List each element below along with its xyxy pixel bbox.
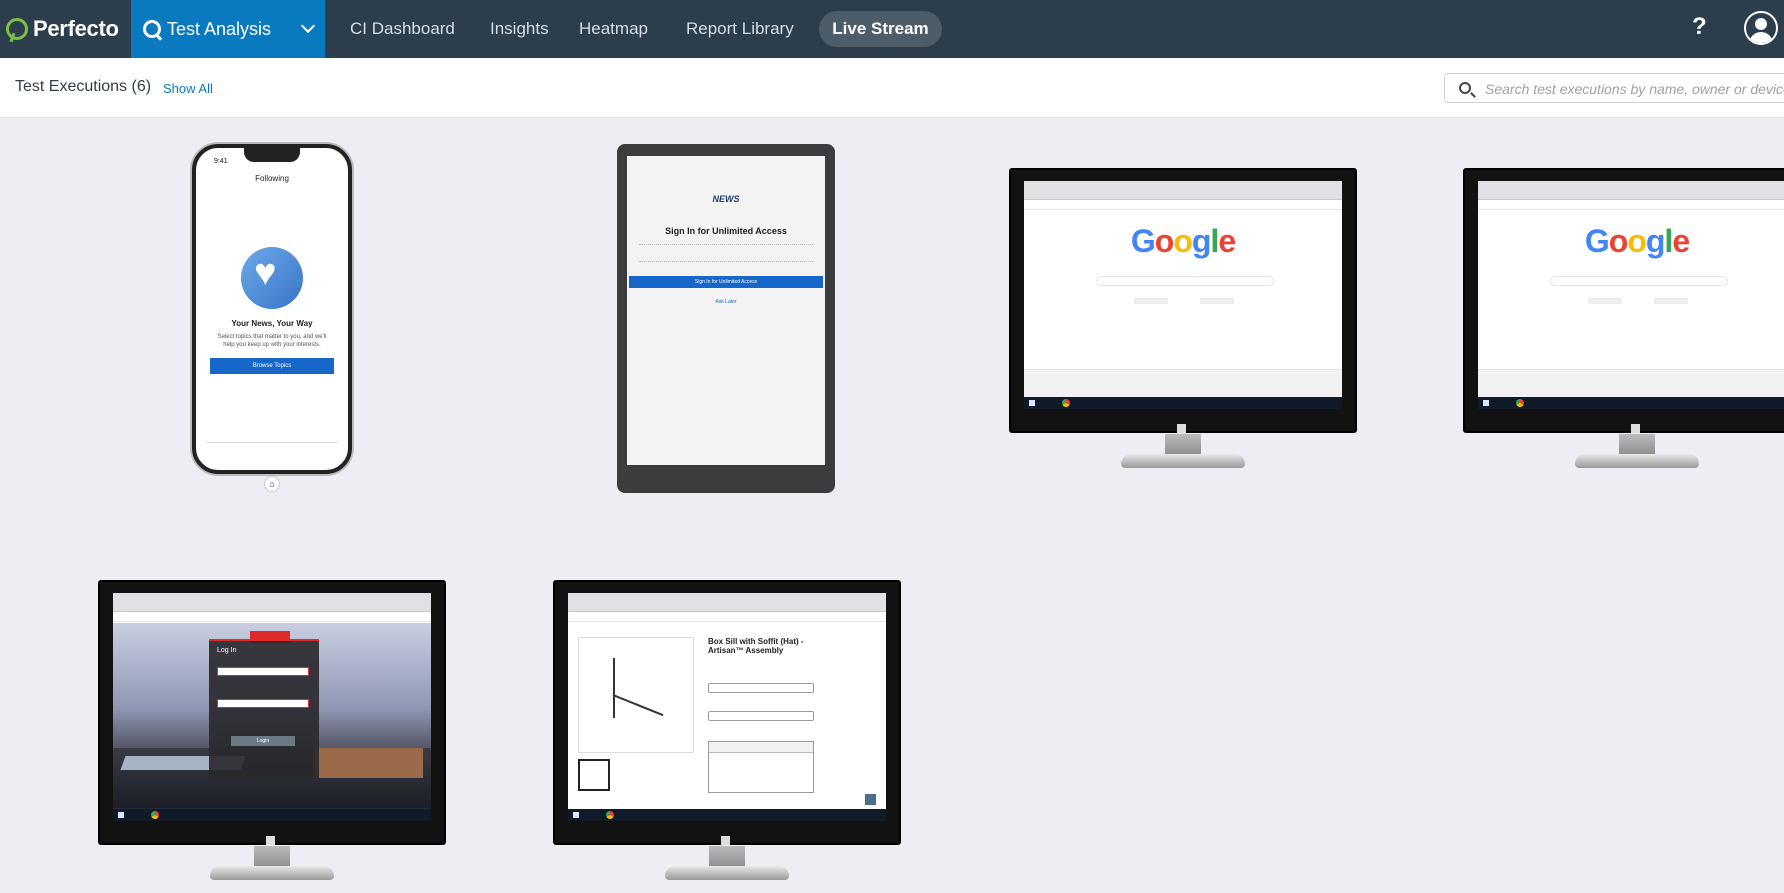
- sign-in-button: Sign In for Unlimited Access: [629, 276, 823, 288]
- desktop-screen: Box Sill with Soffit (Hat) - Artisan™ As…: [568, 593, 886, 821]
- drawing-thumbnail: [578, 759, 610, 791]
- desktop-screen: Log In Login: [113, 593, 431, 821]
- google-search-box: [1550, 276, 1728, 286]
- browser-address-bar: [1478, 200, 1784, 210]
- user-avatar-icon[interactable]: [1744, 11, 1778, 45]
- phone-screen-headline: Your News, Your Way: [231, 319, 313, 328]
- search-input[interactable]: [1485, 79, 1784, 99]
- search-icon: [1459, 82, 1471, 94]
- nav-ci-dashboard[interactable]: CI Dashboard: [350, 0, 455, 58]
- top-nav-bar: Perfecto Test Analysis CI Dashboard Insi…: [0, 0, 1784, 58]
- monitor-bezel: Google: [1463, 168, 1784, 433]
- windows-icon: [265, 835, 275, 845]
- phone-tab-bar: [206, 442, 338, 456]
- windows-icon: [1630, 423, 1640, 433]
- chevron-down-icon[interactable]: [300, 18, 316, 34]
- google-buttons: [1134, 298, 1234, 304]
- monitor-bezel: Box Sill with Soffit (Hat) - Artisan™ As…: [553, 580, 901, 845]
- phone-status-time: 9:41: [214, 158, 228, 165]
- show-all-link[interactable]: Show All: [163, 81, 213, 96]
- monitor-base: [1575, 454, 1699, 468]
- phone-screen-header: Following: [255, 174, 289, 183]
- monitor-base: [665, 866, 789, 880]
- nav-heatmap[interactable]: Heatmap: [579, 0, 648, 58]
- windows-taskbar: [1024, 397, 1342, 409]
- login-page-background: Log In Login: [113, 623, 431, 813]
- phone-notch: [244, 148, 300, 162]
- browser-address-bar: [113, 612, 431, 622]
- monitor-base: [1121, 454, 1245, 468]
- nav-insights[interactable]: Insights: [490, 0, 549, 58]
- password-field: [217, 699, 309, 708]
- tablet-brand-logo: NEWS: [712, 194, 740, 204]
- option-select: [708, 683, 814, 693]
- product-switcher[interactable]: Test Analysis: [131, 0, 325, 58]
- browser-tabstrip: [568, 593, 886, 612]
- windows-taskbar: [568, 809, 886, 821]
- windows-taskbar: [1478, 397, 1784, 409]
- nav-report-library[interactable]: Report Library: [686, 0, 794, 58]
- google-search-box: [1096, 276, 1274, 286]
- google-logo: Google: [1130, 223, 1236, 259]
- product-label: Test Analysis: [167, 18, 272, 39]
- device-tile-desktop[interactable]: Google: [1463, 168, 1784, 473]
- monitor-base: [210, 866, 334, 880]
- browser-tabstrip: [1478, 181, 1784, 200]
- color-list: [708, 741, 814, 793]
- perfecto-logo[interactable]: Perfecto: [0, 0, 131, 58]
- tablet-screen: NEWS Sign In for Unlimited Access Sign I…: [627, 156, 825, 465]
- device-tile-desktop[interactable]: Log In Login: [98, 580, 446, 885]
- desktop-screen: Google: [1024, 181, 1342, 409]
- device-tile-desktop[interactable]: Google: [1009, 168, 1357, 473]
- executions-toolbar: Test Executions (6) Show All: [0, 58, 1784, 118]
- windows-icon: [720, 835, 730, 845]
- home-icon[interactable]: ⌂: [264, 476, 280, 492]
- assembly-title: Box Sill with Soffit (Hat) - Artisan™ As…: [708, 637, 804, 655]
- google-buttons: [1588, 298, 1688, 304]
- login-panel-title: Log In: [217, 647, 237, 654]
- tablet-screen-text: [639, 244, 813, 262]
- help-icon[interactable]: ?: [1692, 13, 1707, 41]
- email-field: [217, 667, 309, 676]
- option-select: [708, 711, 814, 721]
- windows-taskbar: [113, 809, 431, 821]
- executions-count-title: Test Executions (6): [15, 78, 152, 95]
- login-panel: Log In Login: [209, 639, 319, 779]
- login-button: Login: [231, 736, 295, 746]
- heart-icon: [241, 247, 303, 309]
- search-analysis-icon: [143, 20, 161, 38]
- google-footer: [1478, 369, 1784, 397]
- google-footer: [1024, 369, 1342, 397]
- ask-later-link: Ask Later: [715, 299, 737, 305]
- device-tile-desktop[interactable]: Box Sill with Soffit (Hat) - Artisan™ As…: [553, 580, 901, 885]
- nav-live-stream[interactable]: Live Stream: [819, 11, 942, 47]
- monitor-bezel: Google: [1009, 168, 1357, 433]
- assembly-drawing: [578, 637, 694, 753]
- scroll-up-icon: [865, 794, 876, 805]
- perfecto-logo-icon: [6, 18, 28, 40]
- browse-topics-button: Browse Topics: [210, 358, 334, 374]
- device-tile-phone[interactable]: 9:41 Following Your News, Your Way Selec…: [192, 144, 352, 474]
- tablet-screen-title: Sign In for Unlimited Access: [665, 226, 787, 236]
- desktop-screen: Google: [1478, 181, 1784, 409]
- browser-address-bar: [1024, 200, 1342, 210]
- phone-screen-body: Select topics that matter to you, and we…: [217, 334, 327, 348]
- google-logo: Google: [1584, 223, 1690, 259]
- browser-tabstrip: [113, 593, 431, 612]
- browser-address-bar: [568, 612, 886, 622]
- monitor-bezel: Log In Login: [98, 580, 446, 845]
- brand-name: Perfecto: [33, 16, 119, 41]
- device-tile-tablet[interactable]: NEWS Sign In for Unlimited Access Sign I…: [617, 144, 835, 493]
- windows-icon: [1176, 423, 1186, 433]
- search-box[interactable]: [1444, 73, 1784, 103]
- browser-tabstrip: [1024, 181, 1342, 200]
